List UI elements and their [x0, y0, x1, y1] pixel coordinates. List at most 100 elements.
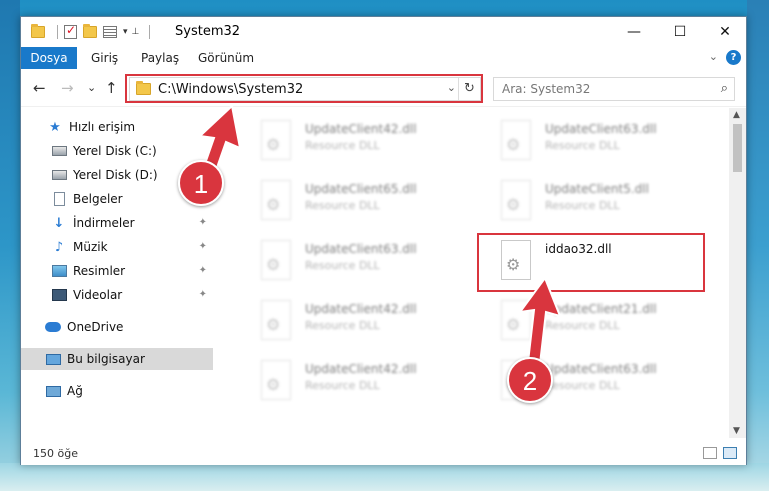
recent-locations-button[interactable]: ⌄: [87, 81, 96, 94]
maximize-button[interactable]: ☐: [657, 17, 703, 47]
quick-access-toolbar: ▾ ⊥: [31, 23, 156, 41]
file-item[interactable]: UpdateClient63.dll Resource DLL: [477, 114, 707, 166]
dll-file-icon: [261, 300, 291, 340]
properties-check-icon[interactable]: [64, 23, 77, 39]
sidebar-item-label: Hızlı erişim: [69, 120, 136, 134]
search-box[interactable]: Ara: System32 ⌕: [493, 77, 735, 101]
music-icon: ♪: [54, 239, 64, 255]
pin-icon[interactable]: ✦: [199, 265, 207, 276]
sidebar-item-onedrive[interactable]: OneDrive: [21, 316, 213, 338]
sidebar-item-label: Resimler: [73, 264, 126, 278]
customize-toolbar-icon[interactable]: ⊥: [132, 27, 140, 37]
address-highlight-box: [125, 74, 483, 103]
minimize-button[interactable]: —: [611, 17, 657, 47]
sidebar-item-label: Yerel Disk (D:): [73, 168, 158, 182]
step-badge-2: 2: [507, 357, 553, 403]
file-item[interactable]: UpdateClient5.dll Resource DLL: [477, 174, 707, 226]
file-name: UpdateClient42.dll: [305, 122, 417, 136]
up-button[interactable]: ↑: [105, 79, 118, 97]
pin-icon[interactable]: ✦: [199, 241, 207, 252]
tab-file[interactable]: Dosya: [21, 47, 77, 69]
pictures-icon: [51, 265, 67, 277]
navigation-pane: ★ Hızlı erişim Yerel Disk (C:) Yerel Dis…: [21, 108, 213, 428]
tab-home[interactable]: Giriş: [91, 47, 118, 69]
toolbar-separator: [149, 25, 151, 39]
desktop-background-bottom: [0, 463, 769, 491]
pin-icon[interactable]: ✦: [199, 289, 207, 300]
file-name: UpdateClient42.dll: [305, 362, 417, 376]
navigation-bar: ← → ⌄ ↑ C:\Windows\System32 ⌄ ↻ Ara: Sys…: [21, 69, 746, 107]
scroll-up-icon[interactable]: ▲: [733, 110, 740, 120]
download-icon: ↓: [53, 215, 65, 231]
file-type: Resource DLL: [305, 379, 380, 392]
file-highlight-box: [477, 233, 705, 292]
sidebar-item-downloads[interactable]: ↓ İndirmeler ✦: [21, 212, 213, 234]
desktop-background-left: [0, 0, 20, 491]
dll-file-icon: [501, 120, 531, 160]
search-input[interactable]: Ara: System32: [502, 82, 590, 96]
file-type: Resource DLL: [305, 319, 380, 332]
dll-file-icon: [501, 300, 531, 340]
explorer-window: ▾ ⊥ System32 — ☐ ✕ Dosya Giriş Paylaş Gö…: [20, 16, 747, 465]
file-type: Resource DLL: [305, 199, 380, 212]
tab-share[interactable]: Paylaş: [141, 47, 179, 69]
dll-file-icon: [501, 180, 531, 220]
file-item[interactable]: UpdateClient42.dll Resource DLL: [237, 294, 467, 346]
pin-icon[interactable]: ✦: [199, 217, 207, 228]
file-name: UpdateClient63.dll: [305, 242, 417, 256]
sidebar-item-label: Müzik: [73, 240, 108, 254]
file-type: Resource DLL: [545, 379, 620, 392]
ribbon-tabs: Dosya Giriş Paylaş Görünüm ⌄ ?: [21, 47, 746, 69]
sidebar-item-quick-access[interactable]: ★ Hızlı erişim: [21, 116, 213, 138]
sidebar-item-music[interactable]: ♪ Müzik ✦: [21, 236, 213, 258]
item-count: 150 öğe: [33, 447, 78, 460]
file-item[interactable]: UpdateClient42.dll Resource DLL: [237, 354, 467, 406]
scroll-down-icon[interactable]: ▼: [733, 426, 740, 436]
details-view-icon[interactable]: [703, 447, 717, 459]
sidebar-item-this-pc[interactable]: Bu bilgisayar: [21, 348, 213, 370]
vertical-scrollbar[interactable]: ▲ ▼: [729, 108, 746, 438]
file-name: UpdateClient65.dll: [305, 182, 417, 196]
scroll-thumb[interactable]: [733, 124, 742, 172]
desktop-background-right: [747, 0, 769, 491]
star-icon: ★: [49, 119, 61, 135]
sidebar-item-label: Videolar: [73, 288, 123, 302]
window-title: System32: [175, 24, 241, 39]
file-name: UpdateClient63.dll: [545, 362, 657, 376]
file-name: UpdateClient21.dll: [545, 302, 657, 316]
dll-file-icon: [261, 120, 291, 160]
dll-file-icon: [261, 240, 291, 280]
sidebar-item-videos[interactable]: Videolar ✦: [21, 284, 213, 306]
sidebar-item-label: İndirmeler: [73, 216, 135, 230]
properties-list-icon[interactable]: [103, 26, 117, 38]
file-type: Resource DLL: [545, 139, 620, 152]
network-icon: [45, 385, 61, 397]
help-icon[interactable]: ?: [726, 50, 741, 65]
file-item[interactable]: UpdateClient65.dll Resource DLL: [237, 174, 467, 226]
videos-icon: [51, 289, 67, 301]
file-item[interactable]: UpdateClient63.dll Resource DLL: [237, 234, 467, 286]
sidebar-item-pictures[interactable]: Resimler ✦: [21, 260, 213, 282]
new-folder-icon[interactable]: [83, 24, 97, 38]
status-bar: 150 öğe: [21, 443, 746, 465]
drive-icon: [51, 170, 67, 180]
tab-view[interactable]: Görünüm: [198, 47, 254, 69]
sidebar-item-local-disk-c[interactable]: Yerel Disk (C:): [21, 140, 213, 162]
file-name: UpdateClient5.dll: [545, 182, 649, 196]
file-item[interactable]: UpdateClient42.dll Resource DLL: [237, 114, 467, 166]
sidebar-item-network[interactable]: Ağ: [21, 380, 213, 402]
file-item[interactable]: UpdateClient21.dll Resource DLL: [477, 294, 707, 346]
file-name: UpdateClient42.dll: [305, 302, 417, 316]
step-badge-1: 1: [178, 160, 224, 206]
close-button[interactable]: ✕: [702, 17, 748, 47]
large-icons-view-icon[interactable]: [723, 447, 737, 459]
expand-ribbon-icon[interactable]: ⌄: [709, 50, 718, 63]
file-type: Resource DLL: [545, 199, 620, 212]
chevron-down-icon[interactable]: ▾: [123, 27, 128, 37]
sidebar-item-label: Yerel Disk (C:): [73, 144, 157, 158]
file-type: Resource DLL: [305, 259, 380, 272]
forward-button[interactable]: →: [61, 79, 74, 97]
back-button[interactable]: ←: [33, 79, 46, 97]
documents-icon: [53, 192, 65, 206]
search-icon[interactable]: ⌕: [721, 81, 728, 96]
